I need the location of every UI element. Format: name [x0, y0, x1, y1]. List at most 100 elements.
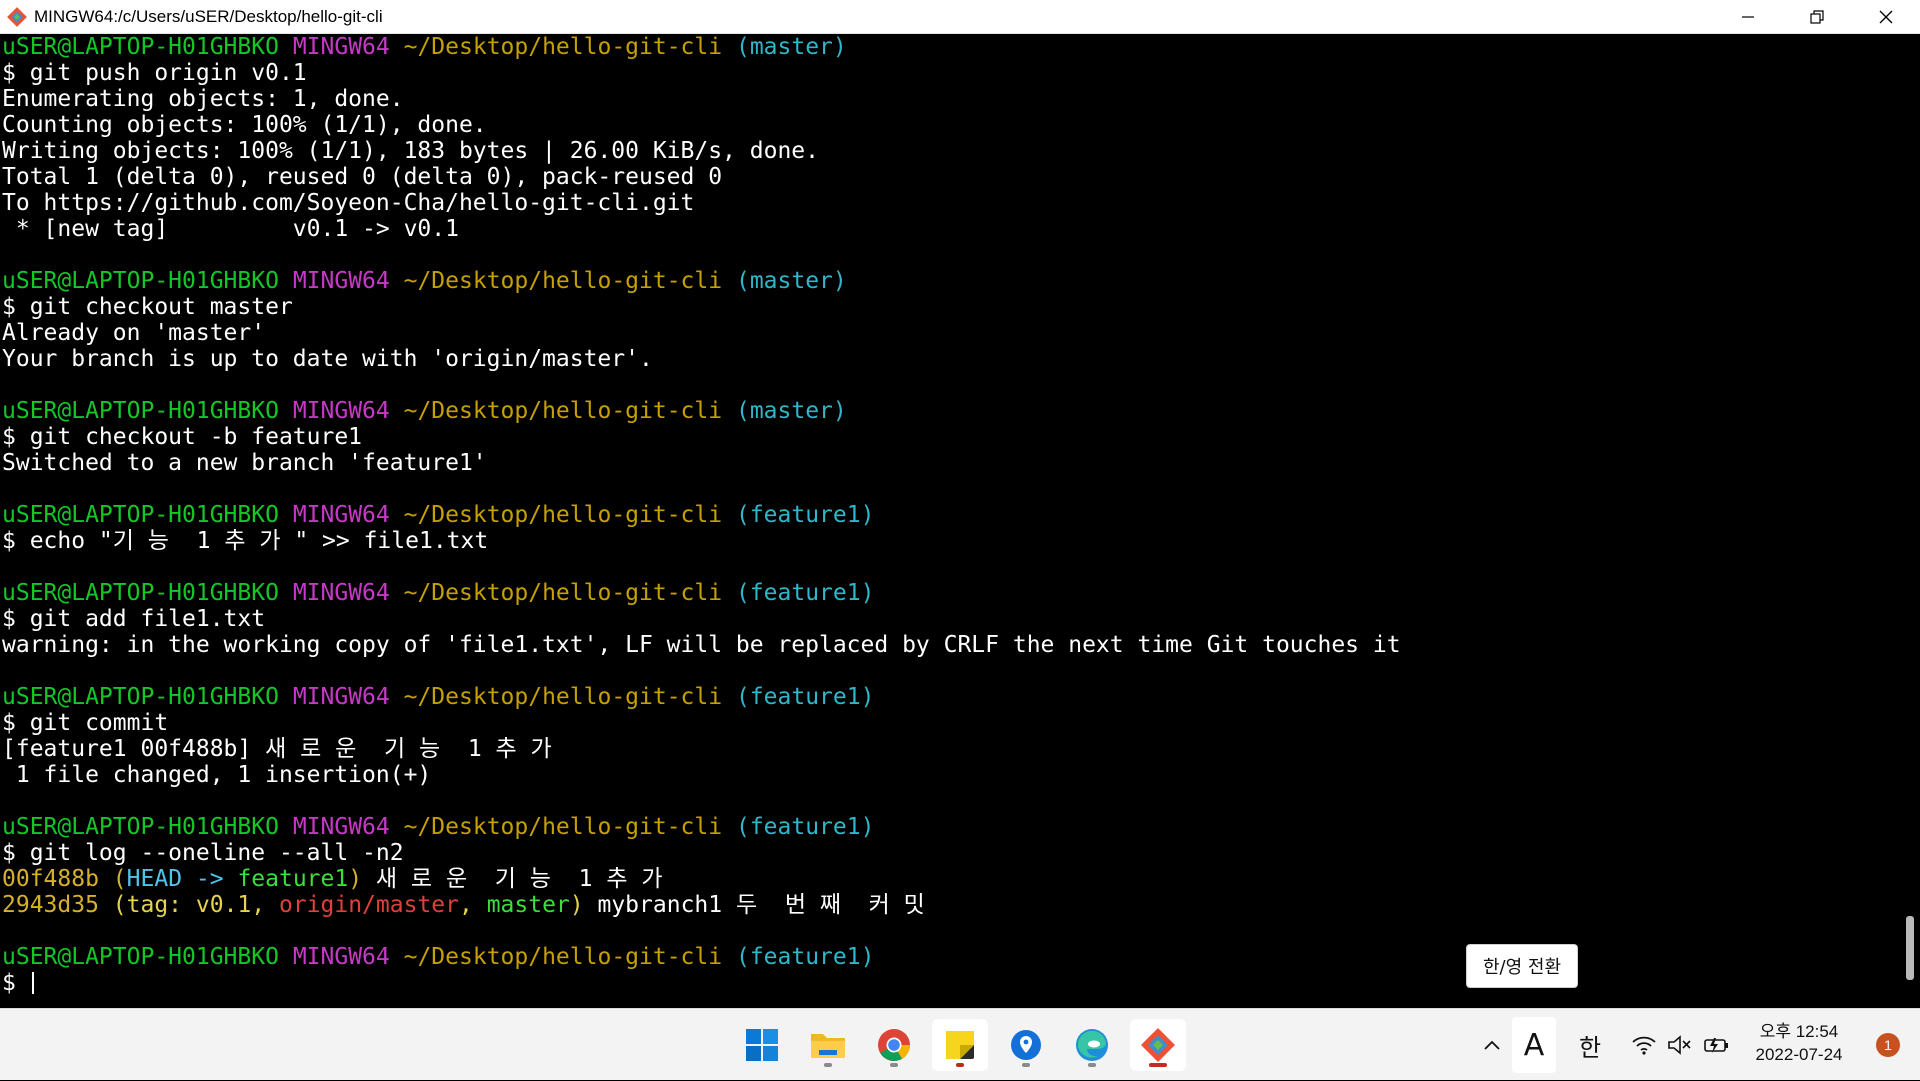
terminal-line: $ echo "기 능 1 추 가 " >> file1.txt [2, 528, 1882, 554]
terminal-text: MINGW64 [292, 944, 390, 970]
taskbar-git-bash[interactable] [1130, 1019, 1186, 1071]
terminal-text: (master) [735, 34, 847, 60]
terminal-text: uSER@LAPTOP-H01GHBKO [2, 502, 279, 528]
terminal-line: $ git checkout -b feature1 [2, 424, 1882, 450]
git-bash-app-icon [7, 6, 27, 27]
terminal-area[interactable]: uSER@LAPTOP-H01GHBKO MINGW64 ~/Desktop/h… [0, 34, 1920, 1008]
volume-button[interactable] [1664, 1009, 1696, 1081]
close-button[interactable] [1851, 0, 1920, 34]
terminal-text: 새 로 운 기 능 1 추 가 [362, 866, 663, 892]
terminal-text: ~/Desktop/hello-git-cli [403, 814, 723, 840]
terminal-text: (feature1) [735, 684, 875, 710]
chrome-icon [878, 1029, 911, 1062]
terminal-line: Counting objects: 100% (1/1), done. [2, 112, 1882, 138]
wifi-button[interactable] [1628, 1009, 1660, 1081]
terminal-text: ) [348, 866, 363, 892]
taskbar: A 한 오후 12:54 2022-07-24 1 [0, 1008, 1920, 1080]
terminal-line: Writing objects: 100% (1/1), 183 bytes |… [2, 138, 1882, 164]
terminal-line: uSER@LAPTOP-H01GHBKO MINGW64 ~/Desktop/h… [2, 814, 1882, 840]
taskbar-file-explorer[interactable] [800, 1019, 856, 1071]
terminal-text: $ git checkout -b feature1 [2, 424, 363, 450]
terminal-text: MINGW64 [292, 398, 390, 424]
terminal-text: $ echo "기 능 1 추 가 " >> file1.txt [2, 528, 489, 554]
notification-badge[interactable]: 1 [1876, 1033, 1900, 1057]
clock-time: 오후 12:54 [1759, 1022, 1839, 1041]
terminal-line: $ git add file1.txt [2, 606, 1882, 632]
text-cursor [31, 972, 34, 994]
terminal-text: (master) [735, 268, 847, 294]
terminal-text: feature1 [237, 866, 349, 892]
taskbar-sticky-notes[interactable] [932, 1019, 988, 1071]
minimize-button[interactable] [1713, 0, 1782, 34]
terminal-output: uSER@LAPTOP-H01GHBKO MINGW64 ~/Desktop/h… [2, 34, 1882, 996]
terminal-line: uSER@LAPTOP-H01GHBKO MINGW64 ~/Desktop/h… [2, 944, 1882, 970]
terminal-text: Total 1 (delta 0), reused 0 (delta 0), p… [2, 164, 723, 190]
terminal-text: Enumerating objects: 1, done. [2, 86, 404, 112]
window-titlebar[interactable]: MINGW64:/c/Users/uSER/Desktop/hello-git-… [0, 0, 1920, 34]
input-mode-button[interactable]: A [1512, 1017, 1556, 1073]
terminal-line: uSER@LAPTOP-H01GHBKO MINGW64 ~/Desktop/h… [2, 502, 1882, 528]
terminal-text: MINGW64 [292, 580, 390, 606]
terminal-text: 00f488b [2, 866, 99, 892]
terminal-text: (feature1) [735, 502, 875, 528]
terminal-line: Already on 'master' [2, 320, 1882, 346]
terminal-line: To https://github.com/Soyeon-Cha/hello-g… [2, 190, 1882, 216]
chevron-up-icon [1484, 1040, 1500, 1050]
terminal-text: $ git commit [2, 710, 169, 736]
taskbar-edge[interactable] [1064, 1019, 1120, 1071]
edge-icon [1076, 1029, 1108, 1061]
open-indicator [824, 1063, 832, 1067]
terminal-line: uSER@LAPTOP-H01GHBKO MINGW64 ~/Desktop/h… [2, 580, 1882, 606]
terminal-line: uSER@LAPTOP-H01GHBKO MINGW64 ~/Desktop/h… [2, 268, 1882, 294]
terminal-line: Total 1 (delta 0), reused 0 (delta 0), p… [2, 164, 1882, 190]
start-button[interactable] [734, 1019, 790, 1071]
terminal-line: Switched to a new branch 'feature1' [2, 450, 1882, 476]
terminal-text: $ git checkout master [2, 294, 293, 320]
terminal-text: 1 file changed, 1 insertion(+) [2, 762, 432, 788]
restore-button[interactable] [1782, 0, 1851, 34]
terminal-text: MINGW64 [292, 684, 390, 710]
terminal-text: MINGW64 [292, 268, 390, 294]
taskbar-chrome[interactable] [866, 1019, 922, 1071]
terminal-text: Your branch is up to date with 'origin/m… [2, 346, 653, 372]
ime-language-button[interactable]: 한 [1572, 1009, 1608, 1081]
scrollbar-thumb[interactable] [1906, 916, 1914, 980]
terminal-scrollbar[interactable] [1900, 34, 1920, 1008]
terminal-line: uSER@LAPTOP-H01GHBKO MINGW64 ~/Desktop/h… [2, 684, 1882, 710]
clock-date: 2022-07-24 [1755, 1045, 1843, 1064]
terminal-text: Switched to a new branch 'feature1' [2, 450, 487, 476]
volume-muted-icon [1668, 1035, 1691, 1055]
show-hidden-icons-button[interactable] [1476, 1009, 1508, 1081]
terminal-line: 00f488b (HEAD -> feature1) 새 로 운 기 능 1 추… [2, 866, 1882, 892]
terminal-line: 1 file changed, 1 insertion(+) [2, 762, 1882, 788]
map-pin-icon [1011, 1030, 1041, 1060]
taskbar-maps[interactable] [998, 1019, 1054, 1071]
terminal-text: uSER@LAPTOP-H01GHBKO [2, 814, 279, 840]
clock[interactable]: 오후 12:54 2022-07-24 [1744, 1021, 1854, 1067]
battery-button[interactable] [1700, 1009, 1732, 1081]
battery-charging-icon [1704, 1038, 1728, 1053]
open-indicator [956, 1063, 964, 1067]
terminal-text: uSER@LAPTOP-H01GHBKO [2, 580, 279, 606]
terminal-text: MINGW64 [292, 502, 390, 528]
terminal-line: * [new tag] v0.1 -> v0.1 [2, 216, 1882, 242]
